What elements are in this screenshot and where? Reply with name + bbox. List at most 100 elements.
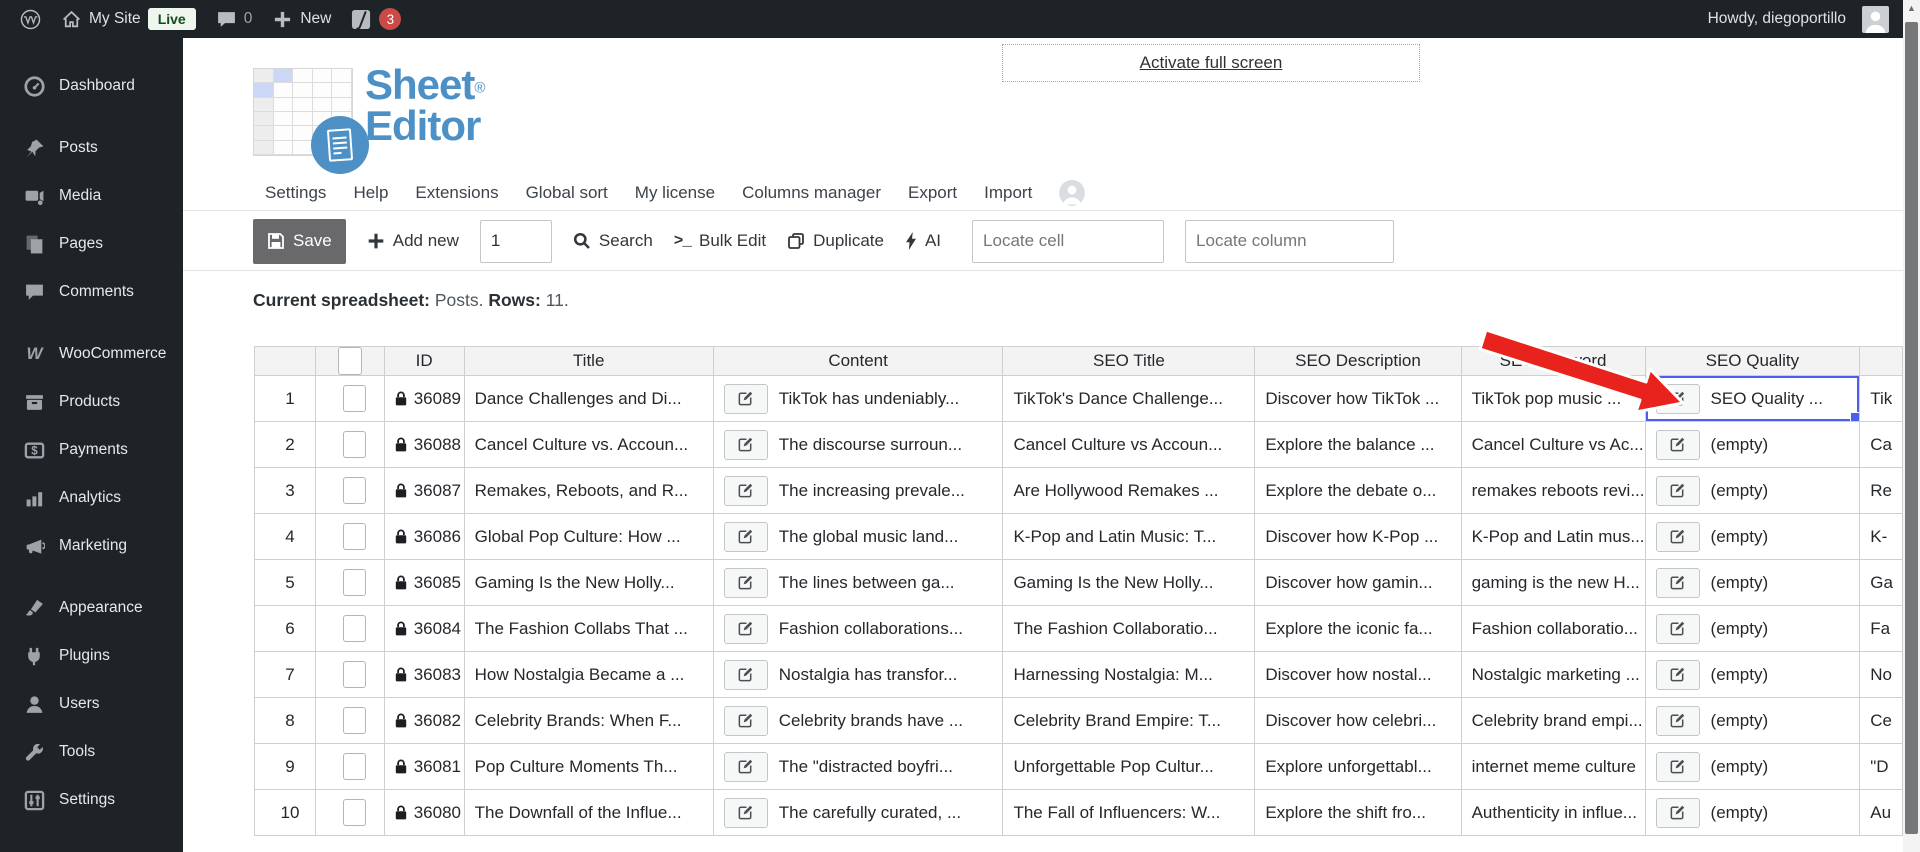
seo-quality-cell[interactable]: (empty) xyxy=(1644,697,1861,744)
sidebar-item-settings[interactable]: Settings xyxy=(0,776,183,824)
seo-description-cell[interactable]: Explore the iconic fa... xyxy=(1254,605,1462,652)
sidebar-item-products[interactable]: Products xyxy=(0,378,183,426)
edit-cell-button[interactable] xyxy=(1655,751,1700,782)
edit-cell-button[interactable] xyxy=(1655,567,1700,598)
sidebar-item-appearance[interactable]: Appearance xyxy=(0,584,183,632)
seo-keyword-cell[interactable]: gaming is the new H... xyxy=(1460,559,1646,606)
row-number-cell[interactable]: 8 xyxy=(254,697,316,744)
bulk-edit-button[interactable]: >_ Bulk Edit xyxy=(674,231,766,251)
seo-title-cell[interactable]: The Fashion Collaboratio... xyxy=(1002,605,1256,652)
seo-quality-cell[interactable]: (empty) xyxy=(1644,467,1861,514)
seo-description-cell[interactable]: Explore the balance ... xyxy=(1254,421,1462,468)
seo-title-cell[interactable]: Cancel Culture vs Accoun... xyxy=(1002,421,1256,468)
row-checkbox[interactable] xyxy=(343,523,367,550)
title-cell[interactable]: The Fashion Collabs That ... xyxy=(463,605,714,652)
title-cell[interactable]: How Nostalgia Became a ... xyxy=(463,651,714,698)
seo-quality-cell[interactable]: (empty) xyxy=(1644,559,1861,606)
seo-title-cell[interactable]: The Fall of Influencers: W... xyxy=(1002,789,1256,836)
edit-cell-button[interactable] xyxy=(723,613,768,644)
id-cell[interactable]: 36088 xyxy=(383,421,465,468)
select-all-checkbox[interactable] xyxy=(337,347,362,375)
sidebar-item-plugins[interactable]: Plugins xyxy=(0,632,183,680)
seo-keyword-cell[interactable]: Nostalgic marketing ... xyxy=(1460,651,1646,698)
sidebar-item-users[interactable]: Users xyxy=(0,680,183,728)
sidebar-item-media[interactable]: Media xyxy=(0,172,183,220)
sidebar-item-pages[interactable]: Pages xyxy=(0,220,183,268)
scrollbar-thumb[interactable] xyxy=(1905,22,1918,834)
content-cell[interactable]: TikTok has undeniably... xyxy=(712,375,1004,422)
sidebar-item-woocommerce[interactable]: W WooCommerce xyxy=(0,330,183,378)
my-site-menu[interactable]: My Site Live xyxy=(55,0,202,38)
sidebar-item-tools[interactable]: Tools xyxy=(0,728,183,776)
title-cell[interactable]: Celebrity Brands: When F... xyxy=(463,697,714,744)
sidebar-item-marketing[interactable]: Marketing xyxy=(0,522,183,570)
menu-item-settings[interactable]: Settings xyxy=(265,183,326,203)
row-checkbox[interactable] xyxy=(343,569,367,596)
title-cell[interactable]: Gaming Is the New Holly... xyxy=(463,559,714,606)
seo-keyword-cell[interactable]: internet meme culture xyxy=(1460,743,1646,790)
seo-title-cell[interactable]: Celebrity Brand Empire: T... xyxy=(1002,697,1256,744)
seo-description-cell[interactable]: Discover how nostal... xyxy=(1254,651,1462,698)
seo-keyword-cell[interactable]: remakes reboots revi... xyxy=(1460,467,1646,514)
menu-item-export[interactable]: Export xyxy=(908,183,957,203)
seo-description-cell[interactable]: Discover how K-Pop ... xyxy=(1254,513,1462,560)
row-number-cell[interactable]: 6 xyxy=(254,605,316,652)
column-header-seo_keyword[interactable]: SEO Keyword xyxy=(1460,346,1646,376)
sidebar-item-analytics[interactable]: Analytics xyxy=(0,474,183,522)
seo-quality-cell[interactable]: (empty) xyxy=(1644,789,1861,836)
menu-item-columns-manager[interactable]: Columns manager xyxy=(742,183,881,203)
seo-description-cell[interactable]: Explore unforgettabl... xyxy=(1254,743,1462,790)
edit-cell-button[interactable] xyxy=(1655,705,1700,736)
edit-cell-button[interactable] xyxy=(723,429,768,460)
edit-cell-button[interactable] xyxy=(1655,429,1700,460)
row-number-cell[interactable]: 5 xyxy=(254,559,316,606)
seo-quality-cell[interactable]: (empty) xyxy=(1644,743,1861,790)
id-cell[interactable]: 36089 xyxy=(383,375,465,422)
id-cell[interactable]: 36082 xyxy=(383,697,465,744)
user-avatar[interactable] xyxy=(1862,5,1889,33)
content-cell[interactable]: The carefully curated, ... xyxy=(712,789,1004,836)
row-number-cell[interactable]: 4 xyxy=(254,513,316,560)
content-cell[interactable]: The discourse surroun... xyxy=(712,421,1004,468)
add-new-button[interactable]: Add new xyxy=(367,231,459,251)
seo-keyword-cell[interactable]: Celebrity brand empi... xyxy=(1460,697,1646,744)
row-checkbox[interactable] xyxy=(343,707,367,734)
seo-description-cell[interactable]: Explore the debate o... xyxy=(1254,467,1462,514)
column-header-seo_quality[interactable]: SEO Quality xyxy=(1644,346,1861,376)
seo-title-cell[interactable]: Unforgettable Pop Cultur... xyxy=(1002,743,1256,790)
edit-cell-button[interactable] xyxy=(723,383,768,414)
edit-cell-button[interactable] xyxy=(723,705,768,736)
content-cell[interactable]: Nostalgia has transfor... xyxy=(712,651,1004,698)
yoast-menu[interactable]: 3 xyxy=(345,0,407,38)
overflow-cell[interactable]: Fa xyxy=(1859,605,1903,652)
wp-logo-menu[interactable] xyxy=(14,0,47,38)
edit-cell-button[interactable] xyxy=(1655,475,1700,506)
seo-keyword-cell[interactable]: Cancel Culture vs Ac... xyxy=(1460,421,1646,468)
ai-button[interactable]: AI xyxy=(905,231,941,251)
content-cell[interactable]: The global music land... xyxy=(712,513,1004,560)
column-header-content[interactable]: Content xyxy=(712,346,1004,376)
row-checkbox[interactable] xyxy=(343,799,367,826)
selection-fill-handle[interactable] xyxy=(1850,412,1859,421)
new-menu[interactable]: New xyxy=(266,0,337,38)
menu-item-my-license[interactable]: My license xyxy=(635,183,715,203)
id-cell[interactable]: 36084 xyxy=(383,605,465,652)
overflow-cell[interactable]: Ca xyxy=(1859,421,1903,468)
overflow-cell[interactable]: Ce xyxy=(1859,697,1903,744)
save-button[interactable]: Save xyxy=(253,218,346,264)
edit-cell-button[interactable] xyxy=(723,475,768,506)
add-count-input[interactable] xyxy=(479,219,552,263)
row-number-cell[interactable]: 7 xyxy=(254,651,316,698)
content-cell[interactable]: The lines between ga... xyxy=(712,559,1004,606)
id-cell[interactable]: 36083 xyxy=(383,651,465,698)
activate-fullscreen-link[interactable]: Activate full screen xyxy=(1140,53,1283,73)
title-cell[interactable]: The Downfall of the Influe... xyxy=(463,789,714,836)
seo-description-cell[interactable]: Discover how gamin... xyxy=(1254,559,1462,606)
row-checkbox[interactable] xyxy=(343,431,367,458)
row-number-cell[interactable]: 1 xyxy=(254,375,316,422)
edit-cell-button[interactable] xyxy=(723,567,768,598)
content-cell[interactable]: The "distracted boyfri... xyxy=(712,743,1004,790)
column-header-id[interactable]: ID xyxy=(383,346,465,376)
howdy-menu[interactable]: Howdy, diegoportillo xyxy=(1702,10,1852,28)
locate-column-input[interactable] xyxy=(1185,219,1395,263)
